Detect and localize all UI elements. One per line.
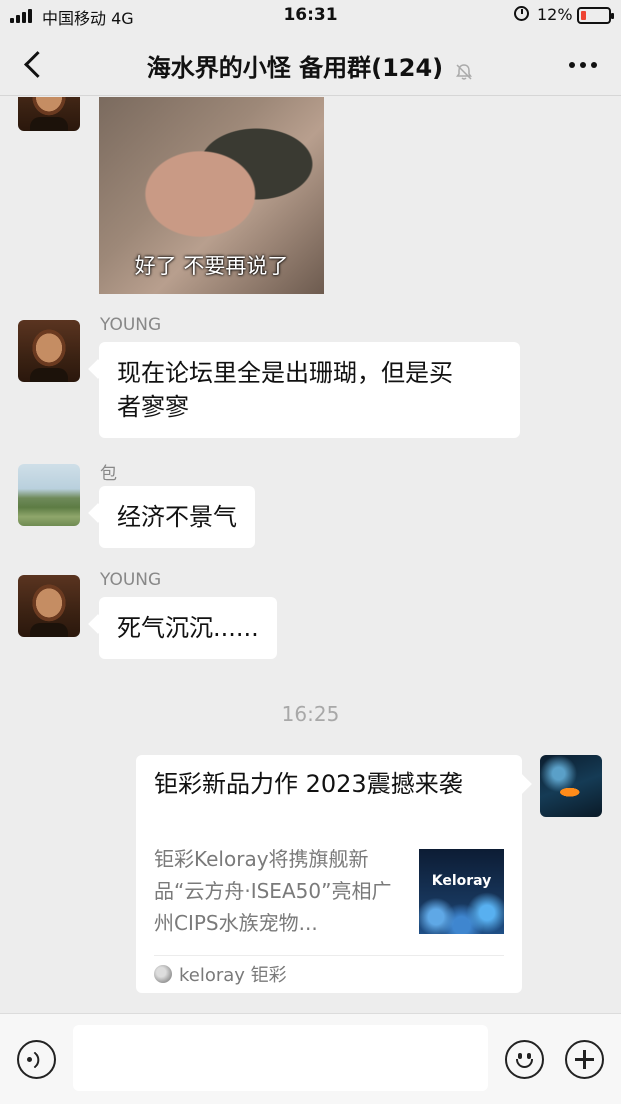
card-thumbnail-logo: Keloray	[431, 873, 492, 889]
avatar-bao[interactable]	[18, 464, 80, 526]
source-icon	[154, 965, 172, 983]
message-bubble[interactable]: 经济不景气	[99, 486, 255, 548]
card-divider	[154, 955, 504, 956]
emoji-icon[interactable]	[505, 1040, 544, 1079]
chat-area[interactable]: 好了 不要再说了 YOUNG 现在论坛里全是出珊瑚，但是买 者寥寥 包 经济不景…	[0, 97, 621, 1013]
card-title: 钜彩新品力作 2023震撼来袭	[154, 770, 463, 798]
card-thumbnail: Keloray	[419, 849, 504, 934]
message-text-line: 现在论坛里全是出珊瑚，但是买	[117, 359, 453, 387]
message-bubble[interactable]: 现在论坛里全是出珊瑚，但是买 者寥寥	[99, 342, 520, 438]
plus-icon[interactable]	[565, 1040, 604, 1079]
bell-off-icon	[456, 63, 473, 80]
status-bar: 中国移动 4G 16:31 12%	[0, 0, 621, 32]
card-source: keloray 钜彩	[179, 965, 287, 986]
message-bubble[interactable]: 死气沉沉......	[99, 597, 277, 659]
ellipsis-icon[interactable]	[569, 62, 597, 68]
alarm-icon	[514, 6, 529, 21]
voice-icon[interactable]	[17, 1040, 56, 1079]
input-bar	[0, 1013, 621, 1104]
image-caption: 好了 不要再说了	[134, 254, 289, 278]
image-message[interactable]: 好了 不要再说了	[99, 97, 324, 294]
message-text-line: 者寥寥	[117, 393, 189, 421]
avatar-young[interactable]	[18, 320, 80, 382]
battery-icon	[577, 7, 614, 24]
timestamp: 16:25	[281, 702, 340, 726]
nav-bar: 海水界的小怪 备用群(124)	[0, 32, 621, 96]
chat-title: 海水界的小怪 备用群(124)	[146, 54, 444, 82]
sender-name: 包	[100, 464, 117, 484]
chat-title-wrap: 海水界的小怪 备用群(124)	[0, 48, 621, 83]
avatar-self[interactable]	[540, 755, 602, 817]
sender-name: YOUNG	[100, 570, 162, 590]
card-description: 钜彩Keloray将携旗舰新品“云方舟·ISEA50”亮相广州CIPS水族宠物.…	[154, 847, 392, 935]
sender-name: YOUNG	[100, 315, 162, 335]
battery-percent: 12%	[537, 5, 573, 24]
link-card[interactable]: 钜彩新品力作 2023震撼来袭 钜彩Keloray将携旗舰新品“云方舟·ISEA…	[136, 755, 522, 993]
message-input[interactable]	[73, 1025, 488, 1091]
avatar-young[interactable]	[18, 575, 80, 637]
avatar-young[interactable]	[18, 97, 80, 131]
